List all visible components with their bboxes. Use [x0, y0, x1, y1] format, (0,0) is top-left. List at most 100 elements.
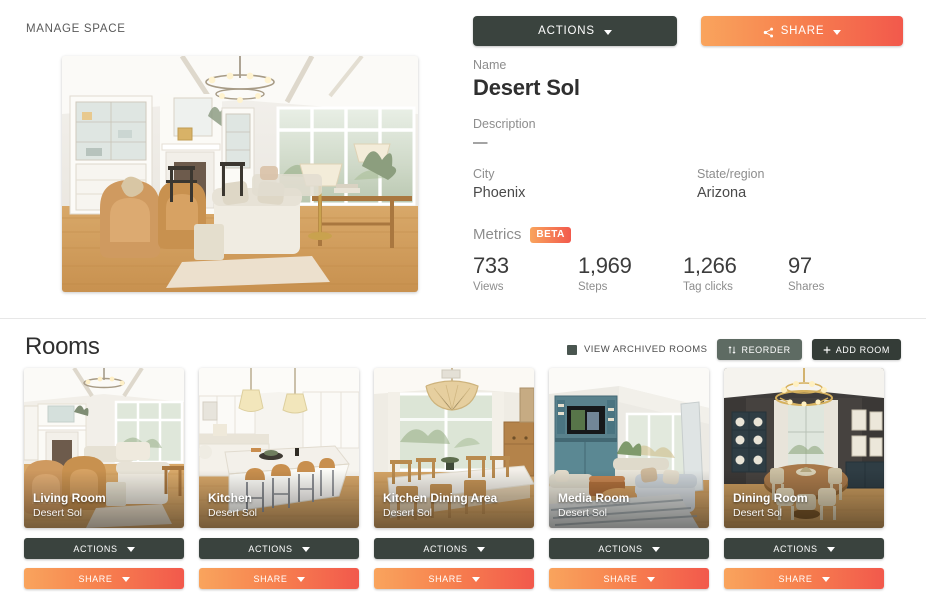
room-caption: Kitchen Dining Area Desert Sol — [383, 491, 497, 520]
metric-value: 1,969 — [578, 253, 632, 278]
room-actions-label: ACTIONS — [773, 543, 818, 554]
room-caption: Media Room Desert Sol — [558, 491, 629, 520]
room-actions-button[interactable]: ACTIONS — [374, 538, 534, 559]
metric-label: Views — [473, 281, 504, 293]
caret-down-icon — [826, 547, 835, 552]
room-space: Desert Sol — [558, 507, 608, 519]
room-share-label: SHARE — [778, 573, 813, 584]
room-card: Living Room Desert Sol ACTIONS SHARE — [24, 368, 184, 589]
caret-down-icon — [651, 547, 660, 552]
field-city-label: City — [473, 167, 495, 181]
reorder-button[interactable]: REORDER — [717, 339, 802, 360]
room-share-label: SHARE — [253, 573, 288, 584]
field-description-label: Description — [473, 117, 536, 131]
caret-down-icon — [126, 547, 135, 552]
room-share-button[interactable]: SHARE — [724, 568, 884, 589]
space-overview-section: MANAGE SPACE ACTIONS SHARE Name Desert S… — [0, 0, 926, 318]
field-description-value: — — [473, 135, 488, 151]
field-state-value: Arizona — [697, 185, 747, 201]
room-share-label: SHARE — [603, 573, 638, 584]
room-name: Kitchen Dining Area — [383, 491, 498, 505]
caret-down-icon — [833, 29, 842, 35]
caret-down-icon — [296, 577, 305, 582]
room-actions-button[interactable]: ACTIONS — [199, 538, 359, 559]
room-thumbnail[interactable]: Living Room Desert Sol — [24, 368, 184, 528]
field-state-label: State/region — [697, 167, 765, 181]
room-thumbnail[interactable]: Media Room Desert Sol — [549, 368, 709, 528]
space-hero-image[interactable] — [62, 56, 418, 292]
view-archived-rooms-checkbox[interactable]: VIEW ARCHIVED ROOMS — [566, 344, 708, 355]
metric-steps: 1,969 Steps — [578, 252, 683, 295]
room-card: Media Room Desert Sol ACTIONS SHARE — [549, 368, 709, 589]
room-thumbnail[interactable]: Kitchen Desert Sol — [199, 368, 359, 528]
manage-space-page: MANAGE SPACE ACTIONS SHARE Name Desert S… — [0, 0, 926, 598]
caret-down-icon — [121, 577, 130, 582]
metrics-list: 733 Views 1,969 Steps 1,266 Tag clicks 9… — [473, 252, 893, 295]
checkbox-icon — [566, 344, 577, 355]
metric-value: 1,266 — [683, 253, 737, 278]
metrics-header: Metrics BETA — [473, 226, 893, 243]
room-share-button[interactable]: SHARE — [549, 568, 709, 589]
room-actions-button[interactable]: ACTIONS — [724, 538, 884, 559]
plus-icon — [823, 346, 831, 354]
breadcrumb: MANAGE SPACE — [26, 23, 126, 35]
add-room-button[interactable]: ADD ROOM — [811, 339, 901, 360]
metric-tag-clicks: 1,266 Tag clicks — [683, 252, 788, 295]
rooms-header: Rooms VIEW ARCHIVED ROOMS REORDER ADD RO… — [0, 319, 926, 367]
room-share-button[interactable]: SHARE — [24, 568, 184, 589]
room-card: Kitchen Dining Area Desert Sol ACTIONS S… — [374, 368, 534, 589]
view-archived-rooms-label: VIEW ARCHIVED ROOMS — [583, 344, 708, 355]
beta-badge: BETA — [530, 226, 571, 243]
room-card: Kitchen Desert Sol ACTIONS SHARE — [199, 368, 359, 589]
share-nodes-icon — [763, 27, 774, 38]
room-space: Desert Sol — [383, 507, 433, 519]
room-name: Dining Room — [733, 491, 808, 505]
space-share-button[interactable]: SHARE — [701, 16, 903, 46]
room-actions-label: ACTIONS — [598, 543, 643, 554]
room-card: Dining Room Desert Sol ACTIONS SHARE — [724, 368, 884, 589]
room-actions-button[interactable]: ACTIONS — [549, 538, 709, 559]
space-details: Name Desert Sol Description — City Phoen… — [473, 56, 893, 295]
space-share-label: SHARE — [780, 25, 825, 37]
room-space: Desert Sol — [208, 507, 258, 519]
caret-down-icon — [646, 577, 655, 582]
room-thumbnail[interactable]: Kitchen Dining Area Desert Sol — [374, 368, 534, 528]
field-description: Description — — [473, 115, 893, 154]
room-share-button[interactable]: SHARE — [374, 568, 534, 589]
space-actions-label: ACTIONS — [538, 25, 595, 37]
room-space: Desert Sol — [33, 507, 83, 519]
rooms-controls: VIEW ARCHIVED ROOMS REORDER ADD ROOM — [566, 339, 901, 360]
room-actions-label: ACTIONS — [73, 543, 118, 554]
room-name: Media Room — [558, 491, 630, 505]
metric-label: Shares — [788, 281, 825, 293]
room-share-button[interactable]: SHARE — [199, 568, 359, 589]
rooms-grid: Living Room Desert Sol ACTIONS SHARE Kit… — [0, 368, 926, 589]
room-name: Kitchen — [208, 491, 253, 505]
rooms-section: Rooms VIEW ARCHIVED ROOMS REORDER ADD RO… — [0, 319, 926, 589]
caret-down-icon — [476, 547, 485, 552]
sort-icon — [728, 345, 736, 354]
room-caption: Living Room Desert Sol — [33, 491, 106, 520]
metric-value: 97 — [788, 253, 812, 278]
field-city-value: Phoenix — [473, 185, 526, 201]
metric-shares: 97 Shares — [788, 252, 893, 295]
room-share-label: SHARE — [428, 573, 463, 584]
reorder-label: REORDER — [741, 344, 791, 355]
metrics-title: Metrics — [473, 226, 522, 243]
caret-down-icon — [603, 29, 612, 35]
room-actions-label: ACTIONS — [423, 543, 468, 554]
room-caption: Dining Room Desert Sol — [733, 491, 808, 520]
field-name-value: Desert Sol — [473, 75, 580, 100]
caret-down-icon — [471, 577, 480, 582]
field-location-row: City Phoenix State/region Arizona — [473, 165, 893, 204]
room-share-label: SHARE — [78, 573, 113, 584]
metric-label: Tag clicks — [683, 281, 733, 293]
caret-down-icon — [821, 577, 830, 582]
rooms-title: Rooms — [25, 333, 100, 360]
room-caption: Kitchen Desert Sol — [208, 491, 257, 520]
space-actions-button[interactable]: ACTIONS — [473, 16, 677, 46]
room-actions-button[interactable]: ACTIONS — [24, 538, 184, 559]
field-city: City Phoenix — [473, 165, 697, 204]
room-thumbnail[interactable]: Dining Room Desert Sol — [724, 368, 884, 528]
room-actions-label: ACTIONS — [248, 543, 293, 554]
